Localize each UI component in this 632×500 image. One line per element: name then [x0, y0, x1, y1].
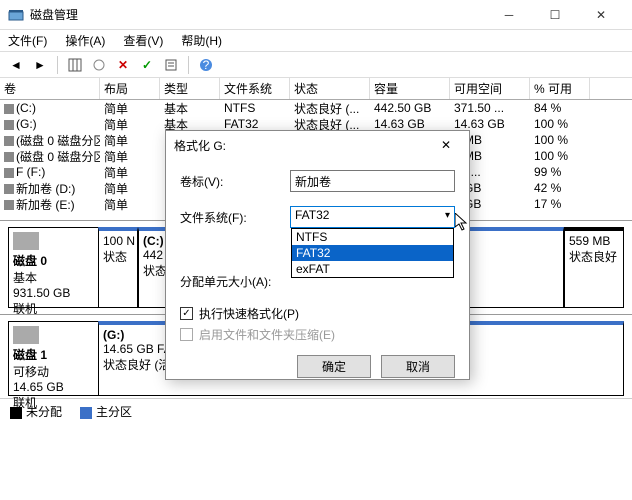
menu-action[interactable]: 操作(A): [63, 30, 107, 51]
disk-1-size: 14.65 GB: [13, 380, 94, 394]
disk-0-name: 磁盘 0: [13, 252, 94, 269]
app-icon: [8, 7, 24, 23]
menu-file[interactable]: 文件(F): [6, 30, 49, 51]
volume-row[interactable]: (C:)简单基本NTFS状态良好 (...442.50 GB371.50 ...…: [0, 100, 632, 116]
columns-icon[interactable]: [65, 55, 85, 75]
disk-1-type: 可移动: [13, 363, 94, 380]
disk-1-name: 磁盘 1: [13, 346, 94, 363]
cancel-button[interactable]: 取消: [381, 355, 455, 378]
help-icon[interactable]: ?: [196, 55, 216, 75]
delete-icon[interactable]: ✕: [113, 55, 133, 75]
col-status[interactable]: 状态: [290, 78, 370, 99]
col-fs[interactable]: 文件系统: [220, 78, 290, 99]
col-capacity[interactable]: 容量: [370, 78, 450, 99]
disk-0-type: 基本: [13, 269, 94, 286]
col-volume[interactable]: 卷: [0, 78, 100, 99]
filesystem-select[interactable]: FAT32 ▾ NTFS FAT32 exFAT: [290, 206, 455, 228]
ok-button[interactable]: 确定: [297, 355, 371, 378]
maximize-button[interactable]: ☐: [532, 0, 578, 30]
chevron-down-icon: ▾: [445, 210, 450, 221]
label-filesystem: 文件系统(F):: [180, 209, 290, 226]
compress-checkbox: [180, 328, 193, 341]
legend-primary: 主分区: [80, 403, 132, 420]
cursor-icon: [455, 213, 471, 236]
fs-option-exfat[interactable]: exFAT: [292, 261, 453, 277]
legend-unalloc: 未分配: [10, 403, 62, 420]
disk-0-info[interactable]: 磁盘 0 基本 931.50 GB 联机: [8, 227, 98, 308]
col-free[interactable]: 可用空间: [450, 78, 530, 99]
partition[interactable]: 100 N状态: [98, 227, 138, 308]
disk-0-size: 931.50 GB: [13, 286, 94, 300]
volume-label-input[interactable]: [290, 170, 455, 192]
dialog-close-icon[interactable]: ✕: [431, 133, 461, 157]
filesystem-dropdown: NTFS FAT32 exFAT: [291, 228, 454, 278]
partition[interactable]: 559 MB状态良好: [564, 227, 624, 308]
dialog-title: 格式化 G:: [174, 137, 431, 154]
format-dialog: 格式化 G: ✕ 卷标(V): 文件系统(F): FAT32 ▾ NTFS FA…: [165, 130, 470, 380]
label-allocation: 分配单元大小(A):: [180, 273, 290, 290]
quick-format-checkbox[interactable]: ✓: [180, 307, 193, 320]
menu-help[interactable]: 帮助(H): [179, 30, 224, 51]
close-button[interactable]: ✕: [578, 0, 624, 30]
filesystem-value: FAT32: [295, 208, 329, 222]
fs-option-ntfs[interactable]: NTFS: [292, 229, 453, 245]
refresh-icon[interactable]: [89, 55, 109, 75]
window-title: 磁盘管理: [30, 6, 486, 23]
compress-label: 启用文件和文件夹压缩(E): [199, 326, 335, 343]
menu-view[interactable]: 查看(V): [121, 30, 165, 51]
col-layout[interactable]: 布局: [100, 78, 160, 99]
fs-option-fat32[interactable]: FAT32: [292, 245, 453, 261]
properties-icon[interactable]: [161, 55, 181, 75]
disk-1-info[interactable]: 磁盘 1 可移动 14.65 GB 联机: [8, 321, 98, 396]
minimize-button[interactable]: ─: [486, 0, 532, 30]
label-volume: 卷标(V):: [180, 173, 290, 190]
svg-text:?: ?: [203, 58, 210, 72]
col-type[interactable]: 类型: [160, 78, 220, 99]
col-pct[interactable]: % 可用: [530, 78, 590, 99]
disk-0-status: 联机: [13, 300, 94, 317]
quick-format-label: 执行快速格式化(P): [199, 305, 299, 322]
disk-icon: [13, 232, 39, 250]
check-icon[interactable]: ✓: [137, 55, 157, 75]
forward-icon[interactable]: ►: [30, 55, 50, 75]
disk-icon: [13, 326, 39, 344]
back-icon[interactable]: ◄: [6, 55, 26, 75]
